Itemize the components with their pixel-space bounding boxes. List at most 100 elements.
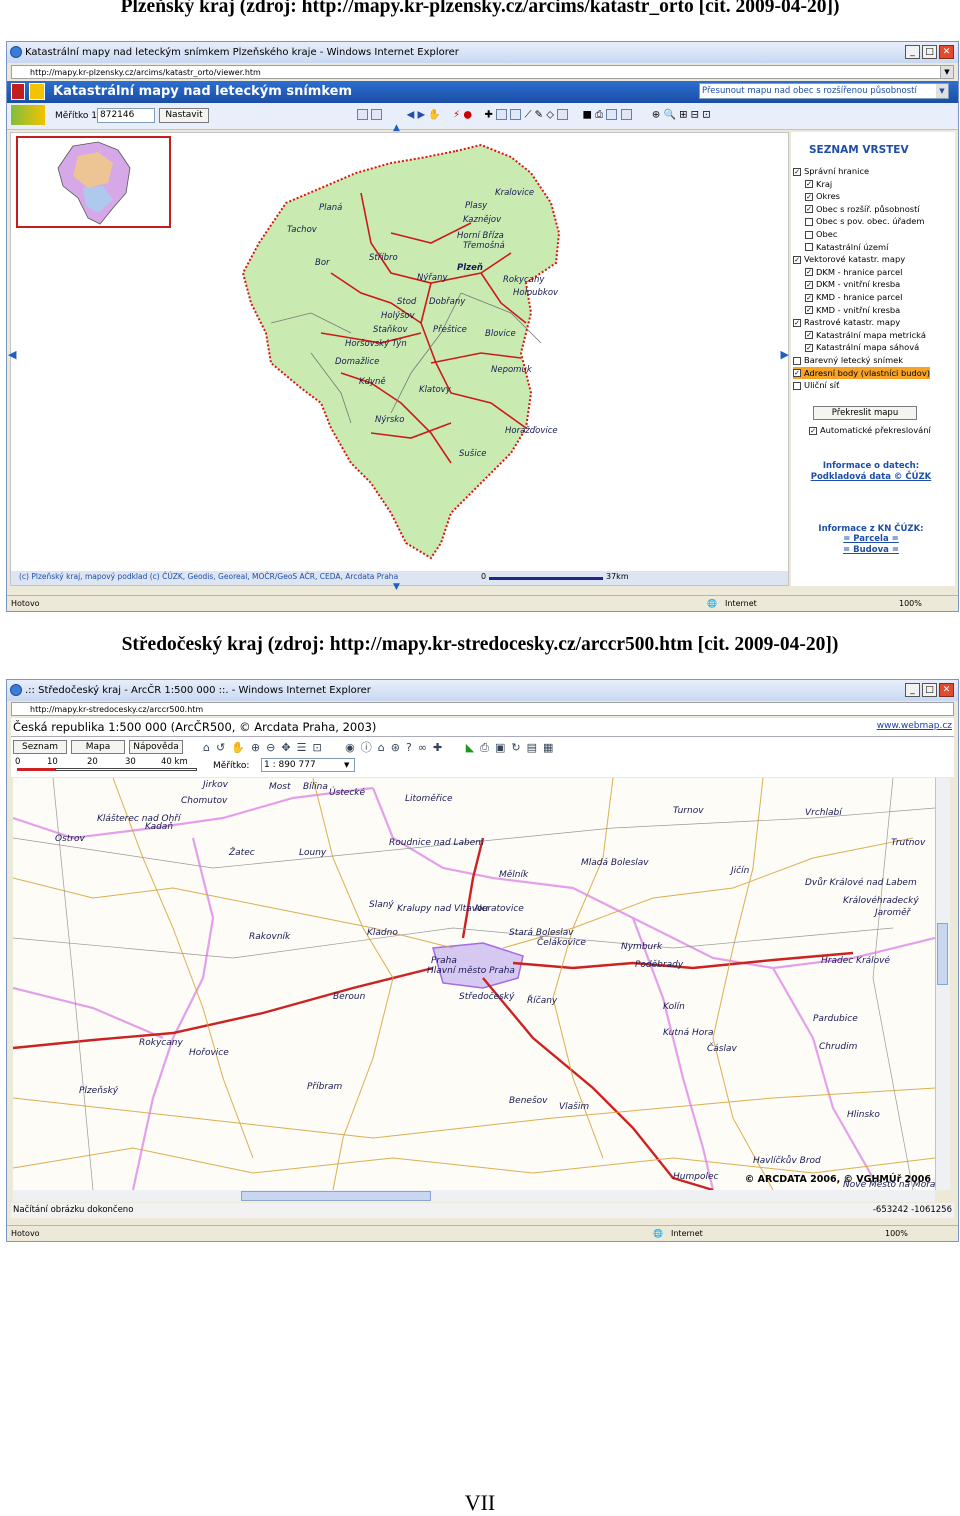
layer-checkbox[interactable] [805,217,813,226]
zoom-out-icon[interactable]: ⊖ [266,741,281,754]
overview-map[interactable] [16,136,171,228]
layer-checkbox[interactable]: ✓ [805,180,813,189]
layer-item[interactable]: ✓ DKM - hranice parcel [793,266,902,279]
info-data-link[interactable]: Podkladová data © ČÚZK [791,472,951,482]
full-extent-icon[interactable]: ⊡ [702,110,710,121]
chevron-down-icon[interactable]: ▼ [344,759,354,771]
scrollbar-thumb[interactable] [241,1191,431,1201]
building-icon[interactable]: ⌂ [378,741,391,754]
layer-checkbox[interactable]: ✓ [805,192,813,201]
full-extent-icon[interactable]: ⊡ [312,741,327,754]
info-kn-parcel-link[interactable]: = Parcela = [791,534,951,544]
layer-checkbox[interactable]: ✓ [805,280,813,289]
auto-redraw-checkbox[interactable]: ✓ [809,426,817,435]
scrollbar-thumb[interactable] [937,923,948,985]
layer-checkbox[interactable] [793,381,801,390]
horizontal-scrollbar[interactable] [13,1190,935,1202]
buffer-icon[interactable] [557,109,569,120]
layer-item[interactable]: ✓ Správní hranice [793,165,869,178]
layer-checkbox[interactable]: ✓ [805,205,813,214]
scale-select[interactable]: 1 : 890 777 ▼ [261,758,355,772]
layer-checkbox[interactable]: ✓ [805,293,813,302]
vertical-scrollbar[interactable] [935,778,950,1190]
minimize-button[interactable]: _ [905,45,920,59]
center-icon[interactable]: ✚ [433,741,448,754]
redraw-map-button[interactable]: Překreslit mapu [813,406,917,420]
refresh-icon[interactable]: ↺ [216,741,231,754]
layer-item[interactable]: Uliční síť [793,379,839,392]
search-icon[interactable]: 🔍 [663,110,675,121]
print-icon[interactable]: ⎙ [480,741,495,754]
layer-item[interactable]: ✓ Okres [793,190,840,203]
identify-icon[interactable]: ◉ [345,741,361,754]
layer-item[interactable]: ✓ Adresní body (vlastníci budov) [793,366,931,380]
layer-item[interactable]: Barevný letecký snímek [793,354,903,367]
auto-redraw-option[interactable]: ✓ Automatické překreslování [809,425,931,435]
move-icon[interactable]: ✥ [281,741,296,754]
layer-item[interactable]: ✓ KMD - hranice parcel [793,291,902,304]
binoculars-icon[interactable]: ∞ [418,741,433,754]
move-map-select[interactable]: Přesunout mapu nad obec s rozšířenou půs… [699,83,949,99]
info-icon[interactable]: ⓘ [361,741,378,754]
zoom-level[interactable]: 100% [899,596,922,611]
pan-south-icon[interactable]: ▼ [393,582,400,592]
select-poly-icon[interactable] [510,109,522,120]
layer-checkbox[interactable]: ✓ [793,167,801,176]
layer-checkbox[interactable]: ✓ [793,255,801,264]
image-icon[interactable]: ▦ [543,741,559,754]
locate-icon[interactable]: ⊕ [652,110,660,121]
set-scale-button[interactable]: Nastavit [159,108,209,123]
tab-list[interactable]: Seznam [13,740,67,754]
bookmark-icon[interactable] [620,109,632,120]
save-icon[interactable]: ■ [582,110,591,121]
export-icon[interactable] [606,109,618,120]
zoom-level[interactable]: 100% [885,1226,908,1241]
tab-map[interactable]: Mapa [71,740,125,754]
layer-checkbox[interactable]: ✓ [793,369,801,378]
layer-checkbox[interactable]: ✓ [793,318,801,327]
measure-icon[interactable]: ✚ [485,110,493,121]
pan-west-icon[interactable]: ◀ [8,348,16,361]
layer-item[interactable]: ✓ Vektorové katastr. mapy [793,253,905,266]
pan-north-icon[interactable]: ▲ [393,123,400,133]
query-icon[interactable]: ? [406,741,418,754]
layer-item[interactable]: Obec s pov. obec. úřadem [793,215,924,228]
address-bar[interactable]: http://mapy.kr-plzensky.cz/arcims/katast… [11,65,954,79]
layer-checkbox[interactable]: ✓ [805,343,813,352]
chevron-down-icon[interactable]: ▼ [936,84,948,98]
layer-item[interactable]: ✓ KMD - vnitřní kresba [793,304,900,317]
layer-checkbox[interactable]: ✓ [805,331,813,340]
legend-icon[interactable] [357,109,368,120]
print-icon[interactable]: ⎙ [595,110,603,121]
pan-hand-icon[interactable]: ✋ [231,741,251,754]
reload-icon[interactable]: ↻ [511,741,526,754]
back-arrow-icon[interactable]: ◀ [407,110,415,121]
select-rect-icon[interactable] [496,109,508,120]
address-bar[interactable]: http://mapy.kr-stredocesky.cz/arccr500.h… [11,702,954,716]
select-line-icon[interactable]: ⟋ [524,110,531,121]
close-button[interactable]: ✕ [939,683,954,697]
map-canvas[interactable]: Jirkov Most Bílina Ústecké Chomutov Lito… [13,778,935,1190]
maximize-button[interactable]: □ [922,683,937,697]
layer-item[interactable]: ✓ Katastrální mapa metrická [793,329,926,342]
pan-east-icon[interactable]: ▶ [781,348,789,361]
layer-item[interactable]: ✓ Kraj [793,178,832,191]
layer-checkbox[interactable] [793,356,801,365]
layer-item[interactable]: ✓ Obec s rozšíř. působností [793,203,920,216]
pan-hand-icon[interactable]: ✋ [428,110,440,121]
info-icon[interactable]: ● [463,110,472,121]
layer-item[interactable]: ✓ Rastrové katastr. mapy [793,316,900,329]
minimize-button[interactable]: _ [905,683,920,697]
flag-icon[interactable]: ◣ [466,741,480,754]
layer-checkbox[interactable] [805,230,813,239]
info-kn-building-link[interactable]: = Budova = [791,545,951,555]
draw-icon[interactable]: ✎ [535,110,543,121]
maximize-button[interactable]: □ [922,45,937,59]
home-icon[interactable]: ⌂ [203,741,216,754]
globe-icon[interactable]: ⊛ [391,741,406,754]
identify-bolt-icon[interactable]: ⚡ [453,110,460,121]
export-icon[interactable]: ▣ [495,741,511,754]
zoom-out-icon[interactable]: ⊟ [691,110,699,121]
layers-icon[interactable]: ☰ [297,741,313,754]
layer-checkbox[interactable] [805,243,813,252]
